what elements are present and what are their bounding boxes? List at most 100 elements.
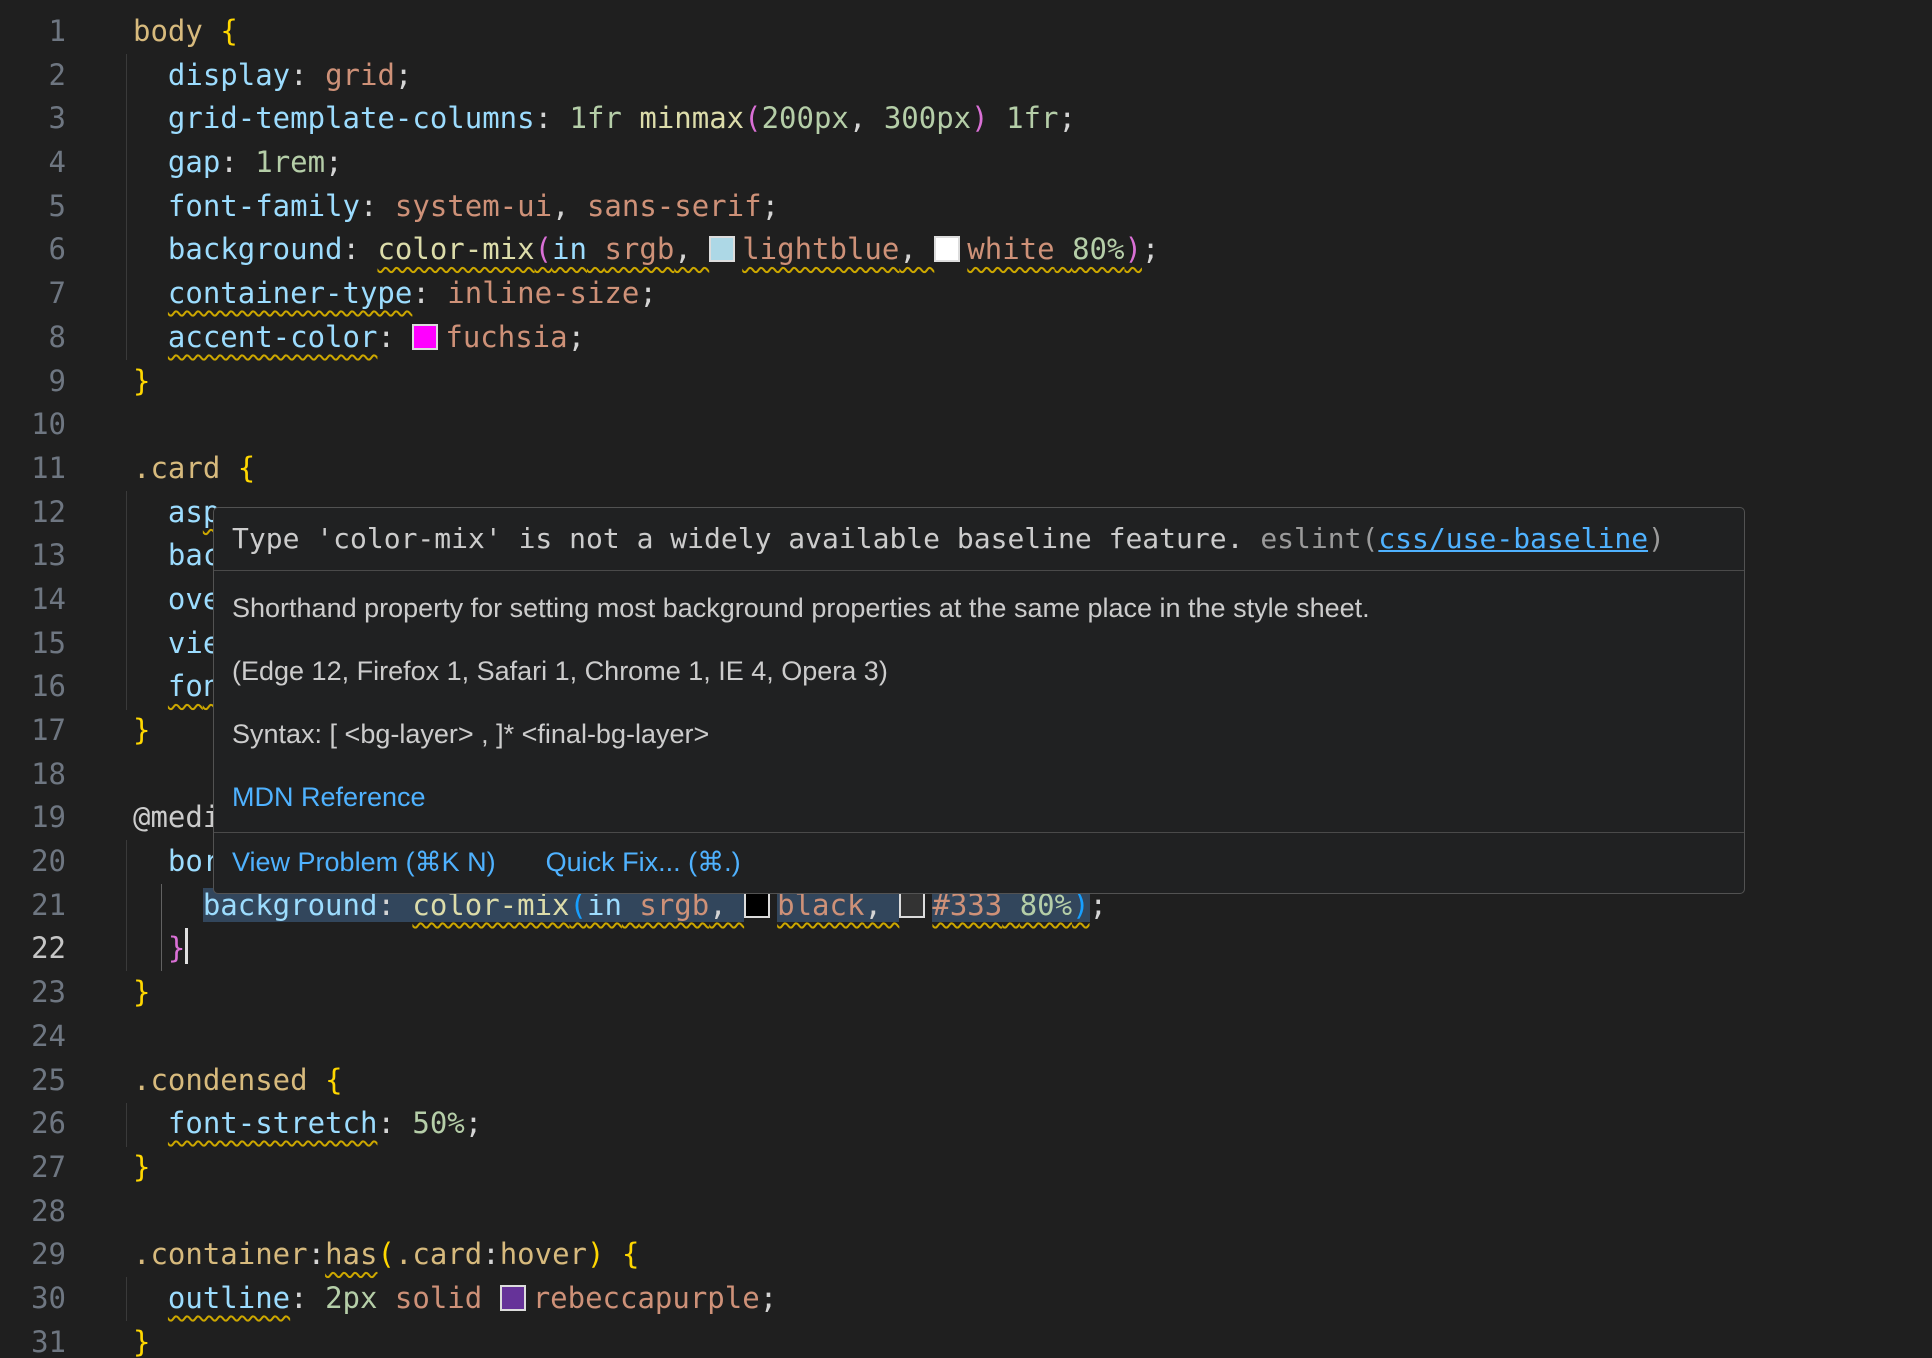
code-token: has xyxy=(325,1237,377,1271)
code-line-content[interactable]: } xyxy=(133,1146,150,1190)
code-line-content[interactable]: gap: 1rem; xyxy=(133,141,343,185)
line-number[interactable]: 10 xyxy=(0,403,66,447)
code-token xyxy=(133,101,168,135)
line-number[interactable]: 20 xyxy=(0,840,66,884)
color-swatch[interactable] xyxy=(500,1285,526,1311)
color-swatch[interactable] xyxy=(899,892,925,918)
line-number[interactable]: 8 xyxy=(0,316,66,360)
code-line-content[interactable]: } xyxy=(133,360,150,404)
code-line-content[interactable]: bac xyxy=(133,534,220,578)
line-number[interactable]: 30 xyxy=(0,1277,66,1321)
mdn-reference-link[interactable]: MDN Reference xyxy=(232,782,426,812)
line-number[interactable]: 16 xyxy=(0,665,66,709)
color-swatch[interactable] xyxy=(412,324,438,350)
line-number[interactable]: 19 xyxy=(0,796,66,840)
code-editor: 1body {2 display: grid;3 grid-template-c… xyxy=(0,0,1932,1358)
color-swatch[interactable] xyxy=(709,236,735,262)
code-line[interactable]: 30 outline: 2px solid rebeccapurple; xyxy=(0,1277,1932,1321)
code-token: : xyxy=(220,145,255,179)
code-token: accent-color xyxy=(168,320,378,354)
code-line[interactable]: 22 } xyxy=(0,927,1932,971)
code-line[interactable]: 27} xyxy=(0,1146,1932,1190)
line-number[interactable]: 13 xyxy=(0,534,66,578)
code-line-content[interactable]: } xyxy=(133,709,150,753)
code-line-content[interactable]: container-type: inline-size; xyxy=(133,272,657,316)
line-number[interactable]: 15 xyxy=(0,622,66,666)
code-line-content[interactable]: @medi xyxy=(133,796,220,840)
code-line[interactable]: 8 accent-color: fuchsia; xyxy=(0,316,1932,360)
code-line[interactable]: 5 font-family: system-ui, sans-serif; xyxy=(0,185,1932,229)
code-line-content[interactable]: } xyxy=(133,927,188,971)
quick-fix-link[interactable]: Quick Fix... (⌘.) xyxy=(546,845,741,879)
code-line[interactable]: 31} xyxy=(0,1321,1932,1358)
line-number[interactable]: 25 xyxy=(0,1059,66,1103)
code-line-content[interactable]: .condensed { xyxy=(133,1059,343,1103)
code-line-content[interactable]: grid-template-columns: 1fr minmax(200px,… xyxy=(133,97,1076,141)
line-number[interactable]: 5 xyxy=(0,185,66,229)
line-number[interactable]: 18 xyxy=(0,753,66,797)
code-line[interactable]: 2 display: grid; xyxy=(0,54,1932,98)
color-swatch[interactable] xyxy=(744,892,770,918)
code-token xyxy=(133,538,168,572)
line-number[interactable]: 4 xyxy=(0,141,66,185)
code-line-content[interactable]: body { xyxy=(133,10,238,54)
code-token: 80% xyxy=(1072,232,1124,266)
code-token xyxy=(133,495,168,529)
code-line[interactable]: 7 container-type: inline-size; xyxy=(0,272,1932,316)
line-number[interactable]: 9 xyxy=(0,360,66,404)
code-line-content[interactable]: background: color-mix(in srgb, lightblue… xyxy=(133,228,1159,272)
color-swatch[interactable] xyxy=(934,236,960,262)
code-line[interactable]: 24 xyxy=(0,1015,1932,1059)
line-number[interactable]: 21 xyxy=(0,884,66,928)
code-line[interactable]: 28 xyxy=(0,1190,1932,1234)
code-line-content[interactable]: .card { xyxy=(133,447,255,491)
line-number[interactable]: 11 xyxy=(0,447,66,491)
code-token: ( xyxy=(377,1237,394,1271)
line-number[interactable]: 6 xyxy=(0,228,66,272)
line-number[interactable]: 7 xyxy=(0,272,66,316)
diagnostic-rule-link[interactable]: css/use-baseline xyxy=(1378,522,1648,555)
code-line[interactable]: 29 .container:has(.card:hover) { xyxy=(0,1233,1932,1277)
code-line-content[interactable]: accent-color: fuchsia; xyxy=(133,316,585,360)
line-number[interactable]: 12 xyxy=(0,491,66,535)
code-line[interactable]: 4 gap: 1rem; xyxy=(0,141,1932,185)
line-number[interactable]: 2 xyxy=(0,54,66,98)
code-line-content[interactable]: fon xyxy=(133,665,220,709)
line-number[interactable]: 17 xyxy=(0,709,66,753)
code-line[interactable]: 26 font-stretch: 50%; xyxy=(0,1102,1932,1146)
code-line[interactable]: 10 xyxy=(0,403,1932,447)
line-number[interactable]: 23 xyxy=(0,971,66,1015)
code-line[interactable]: 25 .condensed { xyxy=(0,1059,1932,1103)
code-line-content[interactable]: } xyxy=(133,1321,150,1358)
line-number[interactable]: 27 xyxy=(0,1146,66,1190)
line-number[interactable]: 14 xyxy=(0,578,66,622)
line-number[interactable]: 29 xyxy=(0,1233,66,1277)
code-line[interactable]: 6 background: color-mix(in srgb, lightbl… xyxy=(0,228,1932,272)
code-line-content[interactable]: bor xyxy=(133,840,220,884)
code-token: in xyxy=(552,232,587,266)
code-line-content[interactable]: display: grid; xyxy=(133,54,412,98)
code-line[interactable]: 3 grid-template-columns: 1fr minmax(200p… xyxy=(0,97,1932,141)
line-number[interactable]: 3 xyxy=(0,97,66,141)
code-token: srgb xyxy=(604,232,674,266)
code-line-content[interactable]: ove xyxy=(133,578,220,622)
line-number[interactable]: 24 xyxy=(0,1015,66,1059)
code-line-content[interactable]: asp xyxy=(133,491,220,535)
line-number[interactable]: 1 xyxy=(0,10,66,54)
code-line-content[interactable]: } xyxy=(133,971,150,1015)
code-line-content[interactable]: font-stretch: 50%; xyxy=(133,1102,482,1146)
code-line[interactable]: 9} xyxy=(0,360,1932,404)
code-line-content[interactable]: .container:has(.card:hover) { xyxy=(133,1233,639,1277)
code-line[interactable]: 11 .card { xyxy=(0,447,1932,491)
line-number[interactable]: 22 xyxy=(0,927,66,971)
code-line[interactable]: 1 body { xyxy=(0,10,1932,54)
code-line[interactable]: 23} xyxy=(0,971,1932,1015)
line-number[interactable]: 26 xyxy=(0,1102,66,1146)
code-line-content[interactable]: font-family: system-ui, sans-serif; xyxy=(133,185,779,229)
line-number[interactable]: 31 xyxy=(0,1321,66,1358)
code-line-content[interactable]: vie xyxy=(133,622,220,666)
line-number[interactable]: 28 xyxy=(0,1190,66,1234)
view-problem-link[interactable]: View Problem (⌘K N) xyxy=(232,845,496,879)
code-token: , xyxy=(674,232,709,266)
code-line-content[interactable]: outline: 2px solid rebeccapurple; xyxy=(133,1277,777,1321)
